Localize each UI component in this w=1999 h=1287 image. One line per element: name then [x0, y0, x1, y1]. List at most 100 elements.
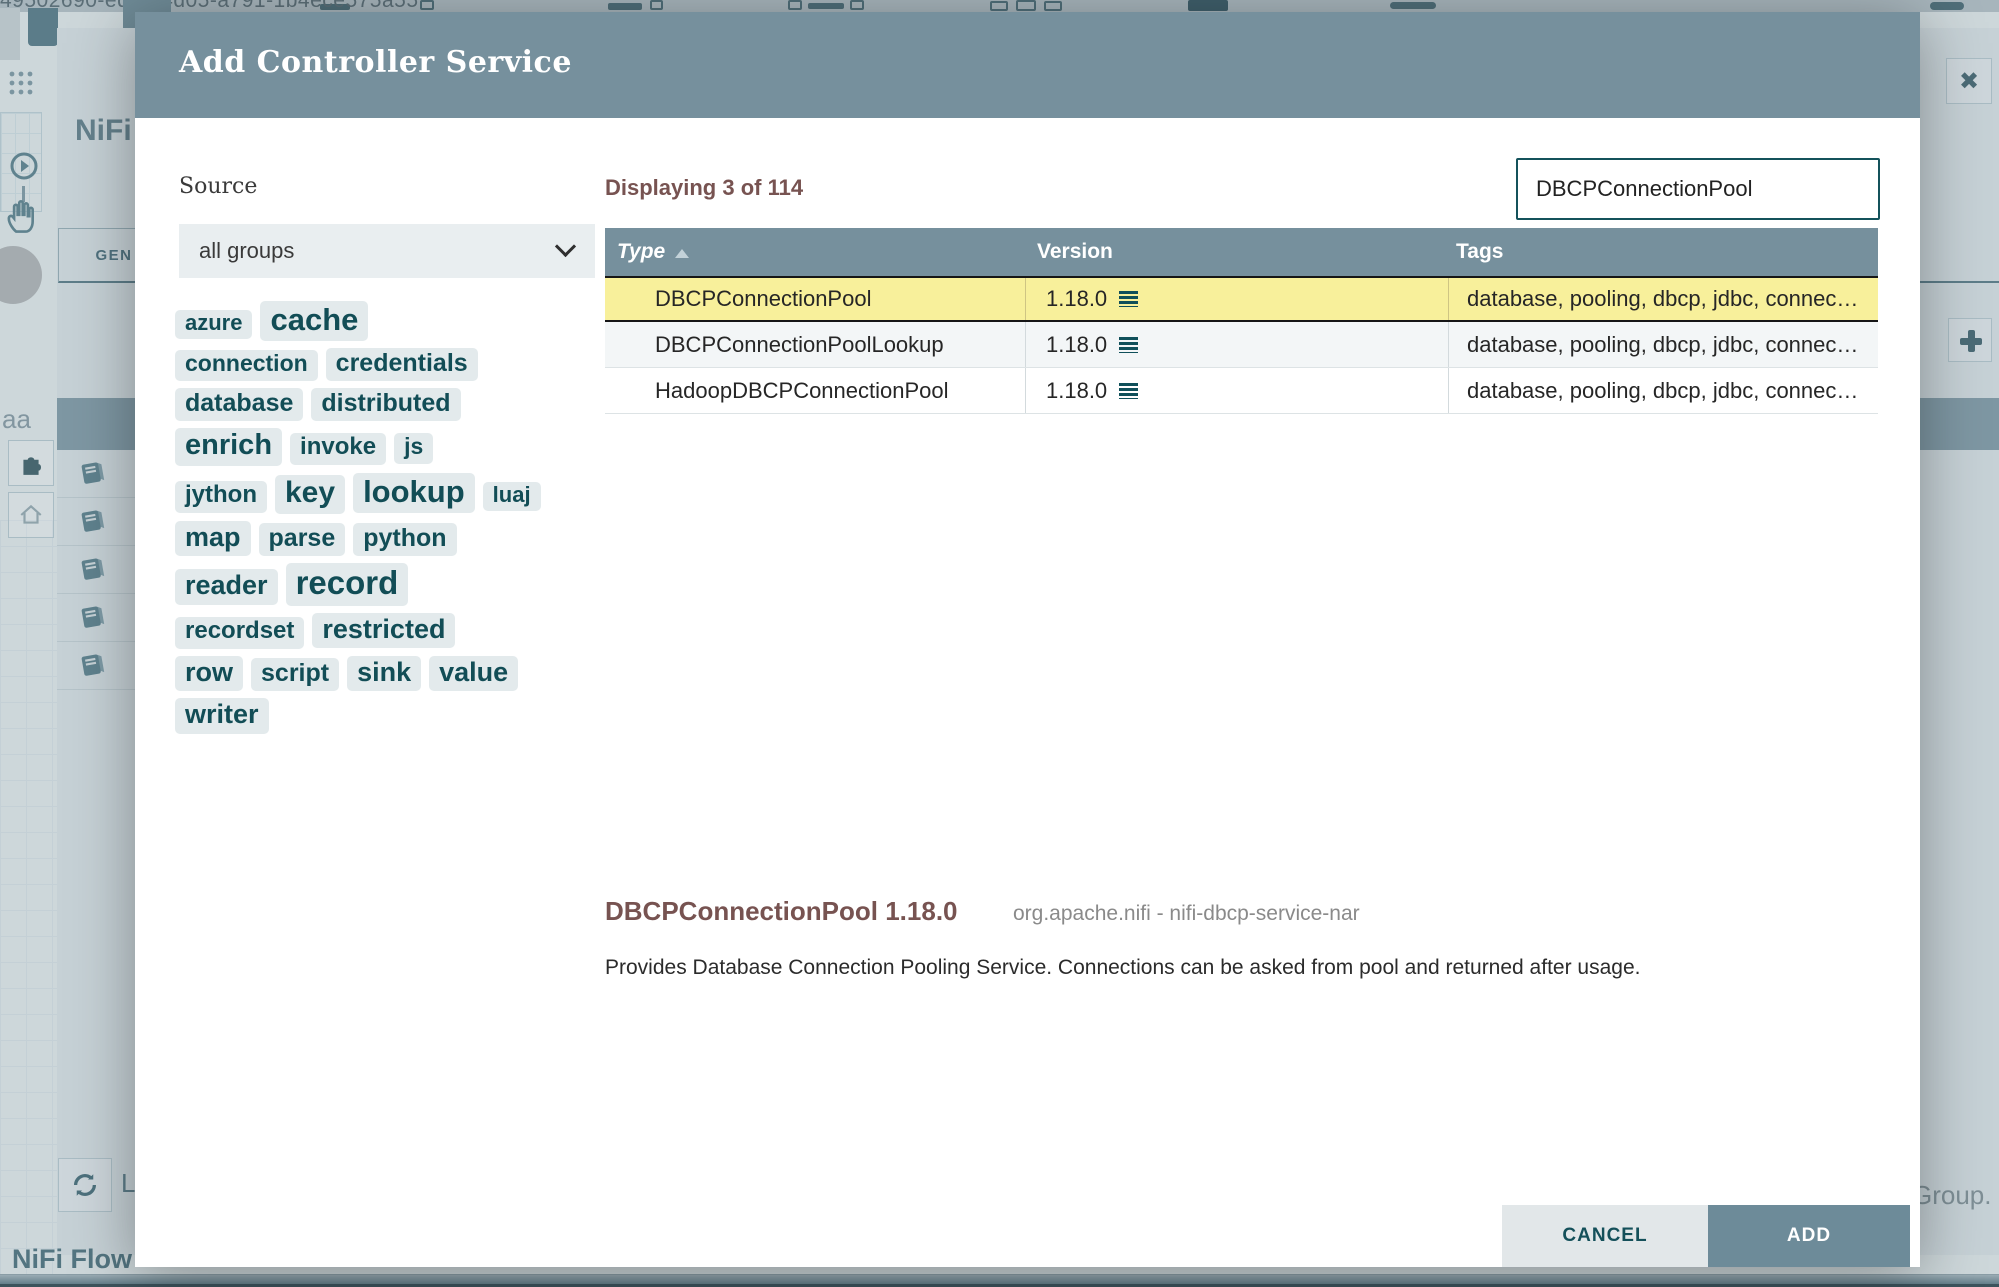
tag-chip[interactable]: invoke — [290, 433, 387, 465]
result-row-version: 1.18.0 — [1025, 368, 1448, 413]
tag-cloud-row: map parse python — [175, 518, 645, 559]
add-button[interactable]: ADD — [1708, 1205, 1910, 1267]
tag-chip[interactable]: connection — [175, 350, 318, 381]
tag-cloud-row: row script sink value — [175, 653, 645, 694]
toolbar-icon-fragment — [1930, 2, 1964, 10]
results-summary: Displaying 3 of 114 — [605, 175, 804, 200]
dialog-header: Add Controller Service — [135, 12, 1920, 118]
toolbar-icon-fragment — [1390, 2, 1436, 9]
result-row-tags: database, pooling, dbcp, jdbc, connec… — [1448, 322, 1878, 367]
group-text-fragment: Group. — [1912, 1180, 1992, 1210]
tag-chip[interactable]: credentials — [325, 348, 478, 382]
column-header-version[interactable]: Version — [1025, 240, 1448, 264]
tag-chip[interactable]: recordset — [175, 616, 305, 649]
selected-type-bundle: org.apache.nifi - nifi-dbcp-service-nar — [1013, 902, 1360, 925]
results-table: Type Version Tags DBCPConnectionPool 1.18… — [605, 228, 1878, 414]
home-button — [8, 492, 54, 538]
toolbar-icon-fragment — [1016, 0, 1036, 11]
cancel-button[interactable]: CANCEL — [1502, 1205, 1708, 1267]
tag-chip[interactable]: map — [175, 520, 251, 557]
tag-chip[interactable]: row — [175, 655, 244, 692]
tag-cloud-row: azure cache — [175, 298, 645, 344]
tag-chip[interactable]: distributed — [311, 388, 461, 422]
close-icon: ✖ — [1946, 58, 1992, 104]
toolbar-icon-fragment — [808, 3, 844, 9]
tag-chip[interactable]: reader — [175, 569, 278, 605]
tag-cloud-row: connection credentials — [175, 345, 645, 384]
extension-button — [8, 440, 54, 486]
tag-cloud-row: recordset restricted — [175, 610, 645, 652]
toolbar-icon-fragment — [788, 0, 802, 10]
refresh-button — [58, 1158, 112, 1212]
toolbar-icon-fragment — [650, 0, 663, 10]
version-list-icon — [1119, 291, 1139, 307]
book-icon — [81, 510, 105, 532]
nifi-logo-fragment — [28, 8, 58, 46]
source-dropdown[interactable]: all groups — [179, 224, 595, 278]
tag-chip[interactable]: lookup — [353, 472, 475, 514]
font-size-control: aa — [2, 404, 31, 434]
column-header-type[interactable]: Type — [605, 240, 1025, 264]
tag-chip[interactable]: enrich — [175, 428, 283, 466]
tag-chip[interactable]: jython — [175, 480, 267, 513]
tag-chip[interactable]: database — [175, 388, 304, 422]
book-icon — [81, 654, 105, 676]
nifi-logo-fragment — [0, 8, 20, 60]
hand-tool-icon — [7, 199, 34, 233]
tag-chip[interactable]: python — [353, 522, 457, 556]
sort-ascending-icon — [675, 249, 690, 258]
add-service-plus-button — [1948, 318, 1992, 362]
tag-chip[interactable]: parse — [258, 522, 346, 556]
toolbar-icon-fragment — [1044, 1, 1062, 11]
book-icon — [81, 606, 105, 628]
refresh-icon — [74, 1174, 96, 1196]
tag-chip[interactable]: restricted — [312, 612, 456, 649]
tag-chip[interactable]: key — [275, 474, 346, 514]
toolbar-icon-fragment — [420, 0, 434, 10]
result-row-type: HadoopDBCPConnectionPool — [655, 377, 949, 403]
table-row[interactable]: DBCPConnectionPool 1.18.0 database, poolin… — [605, 276, 1878, 322]
tag-chip[interactable]: script — [251, 657, 340, 691]
tag-chip[interactable]: cache — [260, 301, 369, 342]
tag-cloud-row: enrich invoke js — [175, 425, 645, 469]
status-bar — [0, 1274, 1999, 1287]
tag-cloud: azure cache connection credentials database d… — [175, 298, 645, 738]
version-list-icon — [1119, 382, 1139, 399]
source-label: Source — [179, 174, 258, 199]
filter-types-input[interactable] — [1516, 158, 1880, 220]
tag-cloud-row: reader record — [175, 560, 645, 609]
toolbar-icon-fragment — [990, 1, 1008, 11]
source-dropdown-value: all groups — [199, 238, 295, 263]
selected-type-title: DBCPConnectionPool 1.18.0 — [605, 896, 958, 926]
dialog-title: Add Controller Service — [179, 45, 572, 80]
result-row-tags: database, pooling, dbcp, jdbc, connec… — [1448, 368, 1878, 413]
flow-canvas-grid — [0, 520, 57, 1280]
version-list-icon — [1119, 336, 1139, 353]
nifi-app: 49502690-ed45-4d05-a791-1b4ece575a55 aa … — [0, 0, 1999, 1287]
toolbar-icon-fragment — [608, 3, 642, 10]
tag-chip[interactable]: writer — [175, 698, 269, 734]
tag-chip[interactable]: record — [285, 563, 409, 606]
result-row-type: DBCPConnectionPoolLookup — [655, 331, 944, 357]
table-row[interactable]: HadoopDBCPConnectionPool 1.18.0 database, … — [605, 368, 1878, 414]
top-toolbar-strip: 49502690-ed45-4d05-a791-1b4ece575a55 — [0, 0, 1999, 12]
results-table-body: DBCPConnectionPool 1.18.0 database, poolin… — [605, 276, 1878, 414]
tag-chip[interactable]: value — [429, 655, 519, 692]
toolbar-icon-fragment — [850, 0, 864, 10]
tag-cloud-row: writer — [175, 695, 645, 736]
tag-chip[interactable]: azure — [175, 310, 253, 340]
selected-type-description: Provides Database Connection Pooling Ser… — [605, 956, 1641, 979]
table-row[interactable]: DBCPConnectionPoolLookup 1.18.0 database, … — [605, 322, 1878, 368]
tag-chip[interactable]: sink — [347, 655, 422, 692]
droplet-icon — [0, 246, 42, 304]
tag-chip[interactable]: luaj — [482, 481, 541, 512]
breadcrumb: NiFi Flow — [12, 1244, 132, 1274]
tag-chip[interactable]: js — [394, 433, 434, 464]
result-row-type: DBCPConnectionPool — [655, 286, 872, 311]
book-icon — [81, 462, 105, 484]
toolbar-icon-fragment — [1188, 0, 1228, 11]
result-row-tags: database, pooling, dbcp, jdbc, connec… — [1448, 278, 1878, 320]
navigate-circle-icon — [10, 152, 38, 180]
column-header-tags[interactable]: Tags — [1448, 240, 1878, 264]
component-guid-text: 49502690-ed45-4d05-a791-1b4ece575a55 — [0, 0, 419, 12]
